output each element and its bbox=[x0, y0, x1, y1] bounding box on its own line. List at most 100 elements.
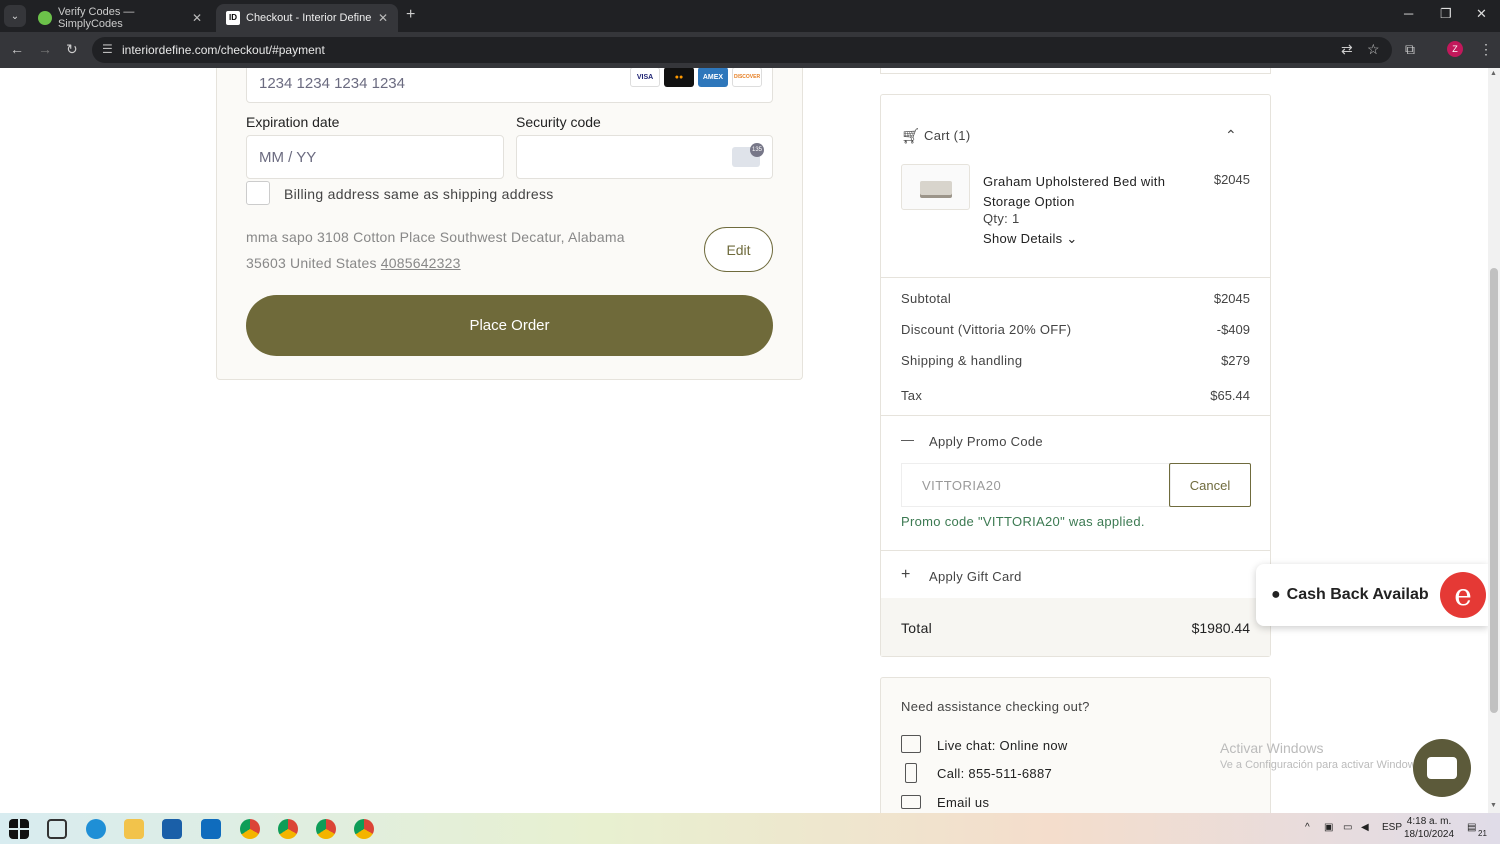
task-view-icon[interactable] bbox=[47, 819, 67, 839]
phone-icon bbox=[905, 763, 917, 783]
security-code-label: Security code bbox=[516, 114, 601, 130]
cancel-promo-button[interactable]: Cancel bbox=[1169, 463, 1251, 507]
minus-icon[interactable]: — bbox=[901, 432, 914, 447]
simplycodes-favicon-icon bbox=[38, 11, 52, 25]
email-link[interactable]: Email us bbox=[937, 795, 989, 810]
close-window-icon[interactable]: ✕ bbox=[1476, 6, 1487, 22]
close-tab-icon[interactable]: ✕ bbox=[192, 11, 202, 25]
promo-toggle-label[interactable]: Apply Promo Code bbox=[929, 434, 1043, 449]
subtotal-value: $2045 bbox=[1213, 291, 1250, 306]
tab-simplycodes[interactable]: Verify Codes — SimplyCodes ✕ bbox=[28, 4, 212, 32]
tab-title: Checkout - Interior Define bbox=[246, 12, 372, 24]
restore-icon[interactable]: ❐ bbox=[1440, 6, 1452, 22]
assistance-title: Need assistance checking out? bbox=[901, 699, 1090, 714]
billing-same-label: Billing address same as shipping address bbox=[284, 186, 554, 202]
network-icon[interactable]: ▭ bbox=[1343, 822, 1352, 833]
visa-icon: VISA bbox=[630, 68, 660, 87]
summary-top-card bbox=[880, 68, 1271, 74]
cvc-card-icon: 135 bbox=[732, 143, 764, 167]
tab-strip: ⌄ Verify Codes — SimplyCodes ✕ ID Checko… bbox=[0, 0, 1500, 32]
profile-avatar[interactable]: Z bbox=[1447, 41, 1463, 57]
call-link[interactable]: Call: 855-511-6887 bbox=[937, 766, 1052, 781]
promo-code-input[interactable]: VITTORIA20 bbox=[901, 463, 1171, 507]
collapse-chevron-icon[interactable]: ⌃ bbox=[1225, 127, 1237, 144]
translate-icon[interactable]: ⇄ bbox=[1341, 41, 1353, 58]
gift-card-toggle-label[interactable]: Apply Gift Card bbox=[929, 569, 1022, 584]
new-tab-icon[interactable]: + bbox=[406, 6, 415, 24]
close-tab-icon[interactable]: ✕ bbox=[378, 11, 388, 25]
card-number-placeholder: 1234 1234 1234 1234 bbox=[259, 75, 405, 92]
tab-search-button[interactable]: ⌄ bbox=[4, 5, 26, 27]
reload-icon[interactable]: ↻ bbox=[66, 41, 78, 58]
cvc-badge: 135 bbox=[750, 143, 764, 157]
edge-icon[interactable] bbox=[86, 819, 106, 839]
product-qty: Qty: 1 bbox=[983, 211, 1020, 226]
notifications-icon[interactable]: ▤ bbox=[1467, 822, 1476, 833]
expiration-field[interactable]: MM / YY bbox=[246, 135, 504, 179]
tray-chevron-icon[interactable]: ^ bbox=[1305, 822, 1310, 833]
discover-icon: DISCOVER bbox=[732, 68, 762, 87]
cart-title: Cart (1) bbox=[924, 128, 971, 143]
store-icon[interactable] bbox=[162, 819, 182, 839]
expiration-label: Expiration date bbox=[246, 114, 340, 130]
start-icon[interactable] bbox=[9, 819, 29, 839]
security-code-field[interactable]: 135 bbox=[516, 135, 773, 179]
shipping-address: mma sapo 3108 Cotton Place Southwest Dec… bbox=[246, 224, 666, 276]
subtotal-label: Subtotal bbox=[901, 291, 952, 306]
chrome-icon[interactable] bbox=[316, 819, 336, 839]
promo-applied-message: Promo code "VITTORIA20" was applied. bbox=[901, 514, 1145, 529]
edit-address-button[interactable]: Edit bbox=[704, 227, 773, 272]
tab-checkout[interactable]: ID Checkout - Interior Define ✕ bbox=[216, 4, 398, 32]
discount-value: -$409 bbox=[1216, 322, 1250, 337]
site-info-icon[interactable]: ☰ bbox=[102, 42, 113, 56]
product-name[interactable]: Graham Upholstered Bed with Storage Opti… bbox=[983, 172, 1178, 212]
product-thumbnail[interactable] bbox=[901, 164, 970, 210]
forward-icon[interactable]: → bbox=[38, 41, 52, 57]
extensions-icon[interactable]: ⧉ bbox=[1405, 41, 1415, 58]
scroll-up-icon[interactable]: ▲ bbox=[1490, 70, 1497, 77]
chrome-icon[interactable] bbox=[240, 819, 260, 839]
expiration-placeholder: MM / YY bbox=[259, 148, 317, 166]
file-explorer-icon[interactable] bbox=[124, 819, 144, 839]
language-indicator[interactable]: ESP bbox=[1382, 822, 1402, 833]
billing-same-checkbox[interactable] bbox=[246, 181, 270, 205]
outlook-icon[interactable] bbox=[201, 819, 221, 839]
money-bag-icon: ● bbox=[1271, 586, 1281, 603]
card-number-field[interactable]: 1234 1234 1234 1234 VISA ●● AMEX DISCOVE… bbox=[246, 68, 773, 103]
cashback-logo-icon[interactable]: e bbox=[1440, 572, 1486, 618]
minimize-icon[interactable]: ─ bbox=[1404, 6, 1413, 21]
tax-value: $65.44 bbox=[1210, 388, 1250, 403]
clock[interactable]: 4:18 a. m. 18/10/2024 bbox=[1404, 815, 1454, 841]
page-scrollbar[interactable]: ▲ ▼ bbox=[1488, 68, 1500, 813]
plus-icon[interactable]: + bbox=[901, 566, 911, 584]
volume-icon[interactable]: ◀ bbox=[1361, 822, 1369, 833]
windows-taskbar: ^ ▣ ▭ ◀ ESP 4:18 a. m. 18/10/2024 ▤ 21 bbox=[0, 813, 1500, 844]
checkout-page: 1234 1234 1234 1234 VISA ●● AMEX DISCOVE… bbox=[0, 68, 1488, 813]
chrome-icon[interactable] bbox=[278, 819, 298, 839]
chat-bubble-icon bbox=[1427, 757, 1457, 779]
live-chat-link[interactable]: Live chat: Online now bbox=[937, 738, 1068, 753]
tray-app-icon[interactable]: ▣ bbox=[1324, 822, 1333, 833]
clock-date: 18/10/2024 bbox=[1404, 829, 1455, 840]
chat-launcher-button[interactable] bbox=[1413, 739, 1471, 797]
interiordefine-favicon-icon: ID bbox=[226, 11, 240, 25]
back-icon[interactable]: ← bbox=[10, 41, 24, 57]
url-field[interactable]: ☰ interiordefine.com/checkout/#payment bbox=[92, 37, 1392, 63]
scrollbar-thumb[interactable] bbox=[1490, 268, 1498, 713]
show-details-link[interactable]: Show Details ⌄ bbox=[983, 231, 1078, 247]
assistance-card: Need assistance checking out? Live chat:… bbox=[880, 677, 1271, 813]
product-price: $2045 bbox=[1213, 172, 1250, 187]
scroll-down-icon[interactable]: ▼ bbox=[1490, 802, 1497, 809]
place-order-button[interactable]: Place Order bbox=[246, 295, 773, 356]
chrome-icon[interactable] bbox=[354, 819, 374, 839]
mastercard-icon: ●● bbox=[664, 68, 694, 87]
bookmark-star-icon[interactable]: ☆ bbox=[1367, 41, 1380, 58]
divider bbox=[881, 550, 1270, 551]
order-summary: 🛒︎ Cart (1) ⌃ Graham Upholstered Bed wit… bbox=[880, 94, 1271, 657]
total-value: $1980.44 bbox=[1191, 620, 1250, 636]
windows-activation-watermark: Activar Windows Ve a Configuración para … bbox=[1220, 740, 1424, 771]
address-phone[interactable]: 4085642323 bbox=[381, 255, 461, 271]
menu-dots-icon[interactable]: ⋮ bbox=[1479, 41, 1493, 58]
cart-icon: 🛒︎ bbox=[901, 128, 921, 145]
discount-label: Discount (Vittoria 20% OFF) bbox=[901, 322, 1072, 337]
